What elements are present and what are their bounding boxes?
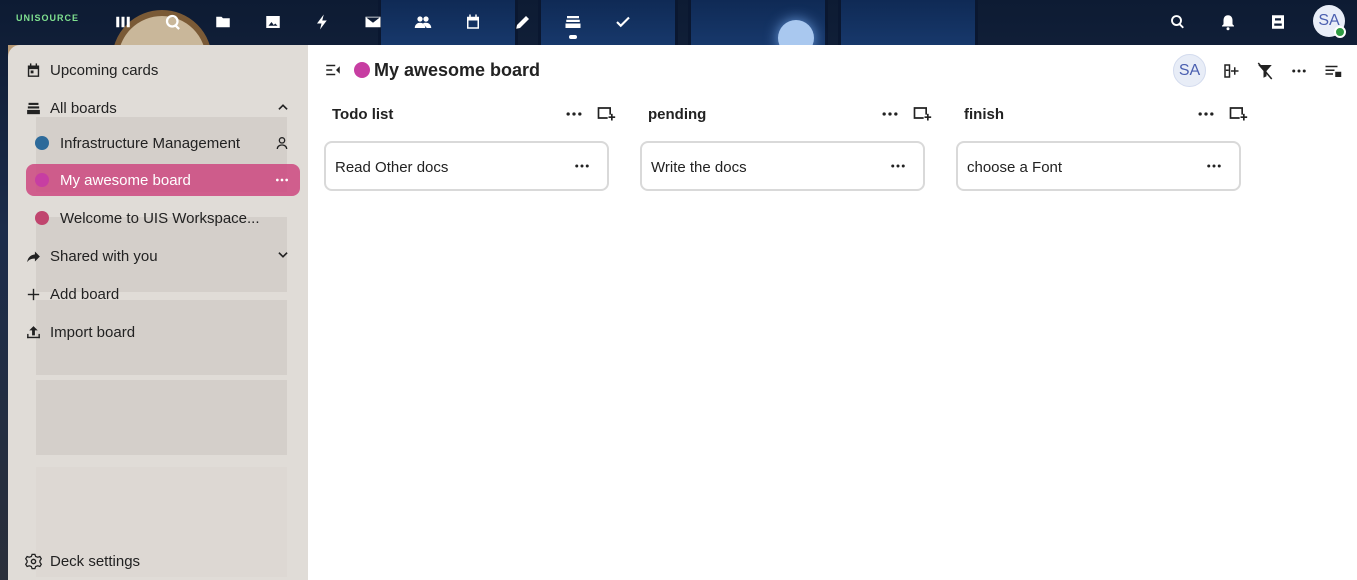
card-more-icon[interactable] [573, 157, 593, 177]
gear-icon [16, 553, 50, 570]
stack-more-icon[interactable] [1196, 104, 1218, 124]
board-item-label: My awesome board [60, 171, 191, 189]
board-color-dot [35, 136, 49, 150]
board-details-icon[interactable] [1322, 60, 1344, 82]
add-card-icon[interactable] [1228, 103, 1250, 125]
sidebar-item-import-board[interactable]: Import board [16, 314, 300, 350]
more-options-icon[interactable] [274, 172, 290, 192]
mail-icon[interactable] [359, 8, 387, 36]
sidebar-item-add-board[interactable]: Add board [16, 276, 300, 312]
contacts-icon[interactable] [409, 8, 437, 36]
board-color-dot [354, 62, 370, 78]
add-list-icon[interactable] [1220, 60, 1242, 82]
dashboard-icon[interactable] [109, 8, 137, 36]
card[interactable]: choose a Font [956, 141, 1241, 191]
page-title: My awesome board [374, 60, 541, 80]
deck-stack-icon [16, 100, 50, 117]
board-member-avatar[interactable]: SA [1173, 54, 1206, 87]
contacts-menu-icon[interactable] [1264, 8, 1292, 36]
card-title: Write the docs [651, 159, 747, 176]
user-avatar[interactable]: SA [1313, 5, 1346, 38]
share-icon [16, 248, 50, 265]
notes-icon[interactable] [509, 8, 537, 36]
chevron-down-icon[interactable] [276, 248, 290, 266]
plus-icon [16, 286, 50, 303]
search-icon[interactable] [1164, 8, 1192, 36]
calendar-today-icon [16, 62, 50, 79]
tasks-icon[interactable] [609, 8, 637, 36]
add-card-icon[interactable] [596, 103, 618, 125]
shared-user-icon [274, 135, 290, 155]
board-item-label: Welcome to UIS Workspace... [60, 209, 260, 227]
stack-title: finish [964, 106, 1004, 123]
sidebar-item-label: Import board [50, 323, 136, 341]
add-card-icon[interactable] [912, 103, 934, 125]
card-title: choose a Font [967, 159, 1063, 176]
online-status-badge [1334, 26, 1346, 38]
brand-logo[interactable]: UNISOURCE [16, 13, 79, 23]
card-more-icon[interactable] [1205, 157, 1225, 177]
board-view: My awesome board SA Todo list Read Other… [308, 45, 1357, 580]
board-color-dot [35, 211, 49, 225]
board-item-my-awesome-board[interactable]: My awesome board [26, 164, 300, 196]
sidebar-item-label: Upcoming cards [50, 61, 159, 79]
sidebar-item-upcoming-cards[interactable]: Upcoming cards [16, 52, 300, 88]
board-color-dot [35, 173, 49, 187]
stack-title: Todo list [332, 106, 394, 123]
card[interactable]: Read Other docs [324, 141, 609, 191]
stack-title: pending [648, 106, 707, 123]
chevron-up-icon[interactable] [276, 100, 290, 118]
top-bar: UNISOURCE SA [0, 0, 1357, 45]
stack-more-icon[interactable] [564, 104, 586, 124]
activity-icon[interactable] [309, 8, 337, 36]
sidebar-item-label: Deck settings [50, 552, 141, 570]
more-options-icon[interactable] [1288, 60, 1310, 82]
active-app-indicator [569, 35, 577, 39]
sidebar-item-shared-with-you[interactable]: Shared with you [16, 238, 300, 274]
card[interactable]: Write the docs [640, 141, 925, 191]
sidebar-item-label: Shared with you [50, 247, 158, 265]
sidebar-item-label: Add board [50, 285, 120, 303]
sidebar-item-deck-settings[interactable]: Deck settings [16, 543, 300, 579]
files-icon[interactable] [209, 8, 237, 36]
toggle-navigation-icon[interactable] [324, 61, 344, 81]
photos-icon[interactable] [259, 8, 287, 36]
board-item-label: Infrastructure Management [60, 134, 241, 152]
board-item-infrastructure-management[interactable]: Infrastructure Management [26, 127, 300, 159]
sidebar-item-label: All boards [50, 99, 117, 117]
sidebar: Upcoming cards All boards Infrastructure… [8, 45, 308, 580]
upload-icon [16, 324, 50, 341]
search-app-icon[interactable] [159, 8, 187, 36]
board-item-welcome[interactable]: Welcome to UIS Workspace... [26, 202, 300, 234]
card-more-icon[interactable] [889, 157, 909, 177]
card-title: Read Other docs [335, 159, 449, 176]
sidebar-item-all-boards[interactable]: All boards [16, 90, 300, 126]
filter-off-icon[interactable] [1254, 60, 1276, 82]
deck-icon[interactable] [559, 8, 587, 39]
member-initials: SA [1178, 61, 1201, 79]
notifications-icon[interactable] [1214, 8, 1242, 36]
stack-more-icon[interactable] [880, 104, 902, 124]
calendar-icon[interactable] [459, 8, 487, 36]
